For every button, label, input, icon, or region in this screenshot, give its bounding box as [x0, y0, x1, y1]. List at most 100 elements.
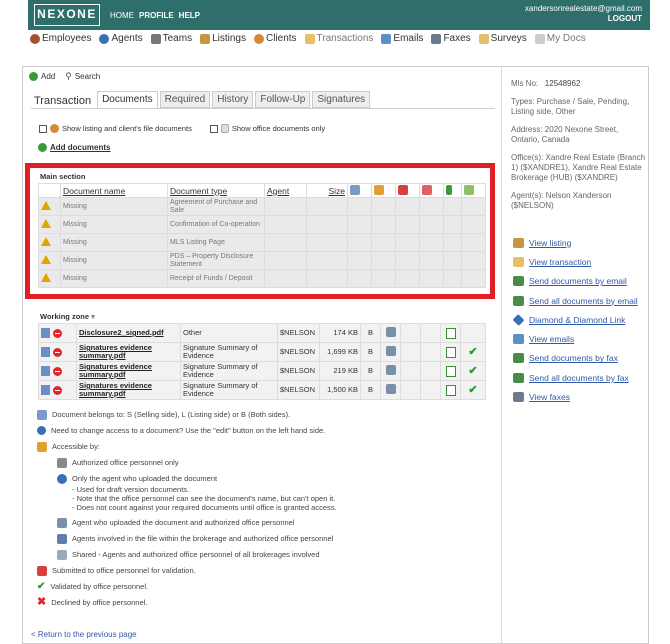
nav-profile[interactable]: PROFILE: [139, 11, 174, 20]
upload-icon: [446, 184, 453, 195]
add-documents-link[interactable]: Add documents: [38, 143, 110, 152]
access-person-icon: [385, 327, 396, 337]
nav-listings[interactable]: Listings: [200, 33, 246, 44]
upload-cell: [440, 323, 461, 343]
nav-my-docs[interactable]: My Docs: [534, 33, 586, 44]
transaction-sidebar: Mls No: 12548962 Types: Purchase / Sale,…: [501, 67, 649, 643]
add-documents-icon: [38, 143, 47, 152]
send-documents-fax-link[interactable]: Send documents by fax: [513, 349, 638, 368]
close-icon: ✖: [37, 596, 47, 608]
table-row: Disclosure2_signed.pdf Other $NELSON 174…: [38, 323, 486, 343]
size-cell: 174 KB: [319, 323, 361, 343]
tab-history[interactable]: History: [212, 91, 254, 108]
delete-icon[interactable]: [53, 385, 62, 395]
tab-required[interactable]: Required: [159, 91, 211, 108]
tab-transaction[interactable]: Transaction: [31, 94, 95, 108]
clients-icon: [253, 33, 264, 44]
view-listing-link[interactable]: View listing: [513, 233, 638, 252]
col-document-type[interactable]: Document type: [167, 183, 265, 198]
nav-transactions[interactable]: Transactions: [304, 33, 373, 44]
upload-cell: [440, 342, 461, 362]
legend-note: - Note that the office personnel can see…: [72, 494, 336, 503]
office-person-icon: [57, 458, 67, 468]
edit-icon[interactable]: [41, 328, 50, 338]
nexone-logo[interactable]: NEXONE: [34, 4, 100, 26]
send-documents-email-link[interactable]: Send documents by email: [513, 272, 638, 291]
warning-cell: [38, 233, 61, 252]
col-size[interactable]: Size: [306, 183, 348, 198]
send-all-documents-fax-link[interactable]: Send all documents by fax: [513, 368, 638, 387]
nav-emails[interactable]: Emails: [381, 33, 423, 44]
file-link[interactable]: Signatures evidence summary.pdf: [76, 380, 181, 400]
tab-follow-up[interactable]: Follow-Up: [255, 91, 311, 108]
view-transaction-link[interactable]: View transaction: [513, 252, 638, 271]
doc-type-cell: Other: [180, 323, 278, 343]
table-row: Missing Agreement of Purchase and Sale: [38, 197, 487, 216]
view-faxes-link[interactable]: View faxes: [513, 387, 638, 406]
row-actions: [38, 323, 77, 343]
access-cell: [380, 361, 401, 381]
table-row: Signatures evidence summary.pdf Signatur…: [38, 380, 486, 400]
delete-icon[interactable]: [53, 347, 62, 357]
nav-clients[interactable]: Clients: [253, 33, 297, 44]
delete-icon[interactable]: [53, 366, 62, 376]
back-link[interactable]: < Return to the previous page: [31, 630, 137, 639]
logout-link[interactable]: LOGOUT: [525, 14, 642, 24]
submit-icon[interactable]: [445, 346, 456, 358]
size-cell: 1,500 KB: [319, 380, 361, 400]
people-icon: [50, 124, 59, 133]
file-link[interactable]: Signatures evidence summary.pdf: [76, 342, 181, 362]
office-only-checkbox[interactable]: [209, 124, 218, 133]
fax-icon: [513, 392, 524, 403]
tab-signatures[interactable]: Signatures: [312, 91, 371, 108]
side-cell: B: [360, 342, 381, 362]
diamond-link[interactable]: Diamond & Diamond Link: [512, 310, 638, 329]
edit-icon[interactable]: [41, 366, 50, 376]
file-link[interactable]: Disclosure2_signed.pdf: [76, 323, 181, 343]
send-all-documents-email-link[interactable]: Send all documents by email: [513, 291, 638, 310]
agent-cell: $NELSON: [277, 323, 320, 343]
surveys-icon: [478, 33, 489, 44]
tab-bar: Transaction Documents Required History F…: [31, 91, 372, 108]
nav-faxes[interactable]: Faxes: [431, 33, 471, 44]
nav-help[interactable]: HELP: [179, 11, 200, 20]
edit-icon[interactable]: [41, 385, 50, 395]
working-zone-title[interactable]: Working zone ▾: [40, 312, 95, 321]
col-document-name[interactable]: Document name: [60, 183, 168, 198]
add-button[interactable]: Add: [29, 71, 55, 82]
filter-listing-client[interactable]: Show listing and client's file documents: [39, 124, 192, 133]
search-button[interactable]: ⚲ Search: [65, 71, 100, 82]
fax-all-icon: [513, 372, 524, 383]
submit-icon[interactable]: [445, 365, 456, 377]
nav-surveys[interactable]: Surveys: [478, 33, 527, 44]
nav-home[interactable]: HOME: [110, 11, 134, 20]
diamond-icon: [512, 313, 525, 326]
file-link[interactable]: Signatures evidence summary.pdf: [76, 361, 181, 381]
table-row: Signatures evidence summary.pdf Signatur…: [38, 342, 486, 362]
table-row: Missing PDS – Property Disclosure Statem…: [38, 251, 487, 270]
nav-employees[interactable]: Employees: [30, 33, 91, 44]
agent-cell: $NELSON: [277, 342, 320, 362]
submit-icon[interactable]: [445, 327, 456, 339]
delete-icon[interactable]: [53, 328, 62, 338]
nav-agents[interactable]: Agents: [99, 33, 143, 44]
tab-documents[interactable]: Documents: [97, 91, 158, 108]
doc-name-cell: Missing: [60, 251, 168, 270]
emails-icon: [381, 33, 392, 44]
legend-agents-brokerage: Agents involved in the file within the b…: [57, 534, 333, 544]
edit-icon[interactable]: [41, 347, 50, 357]
doc-name-cell: Missing: [60, 215, 168, 234]
sidebar-links: View listing View transaction Send docum…: [512, 233, 638, 407]
warning-icon: [41, 236, 51, 246]
view-emails-link[interactable]: View emails: [513, 329, 638, 348]
col-submitted-icon: [395, 183, 421, 198]
nav-teams[interactable]: Teams: [150, 33, 192, 44]
validate-cell: [460, 323, 486, 343]
table-row: Signatures evidence summary.pdf Signatur…: [38, 361, 486, 381]
side-cell: B: [360, 361, 381, 381]
filter-office-only[interactable]: Show office documents only: [209, 124, 325, 133]
listing-client-checkbox[interactable]: [39, 124, 47, 133]
col-agent[interactable]: Agent: [264, 183, 307, 198]
submit-icon[interactable]: [445, 384, 456, 396]
warning-icon: [41, 254, 51, 264]
